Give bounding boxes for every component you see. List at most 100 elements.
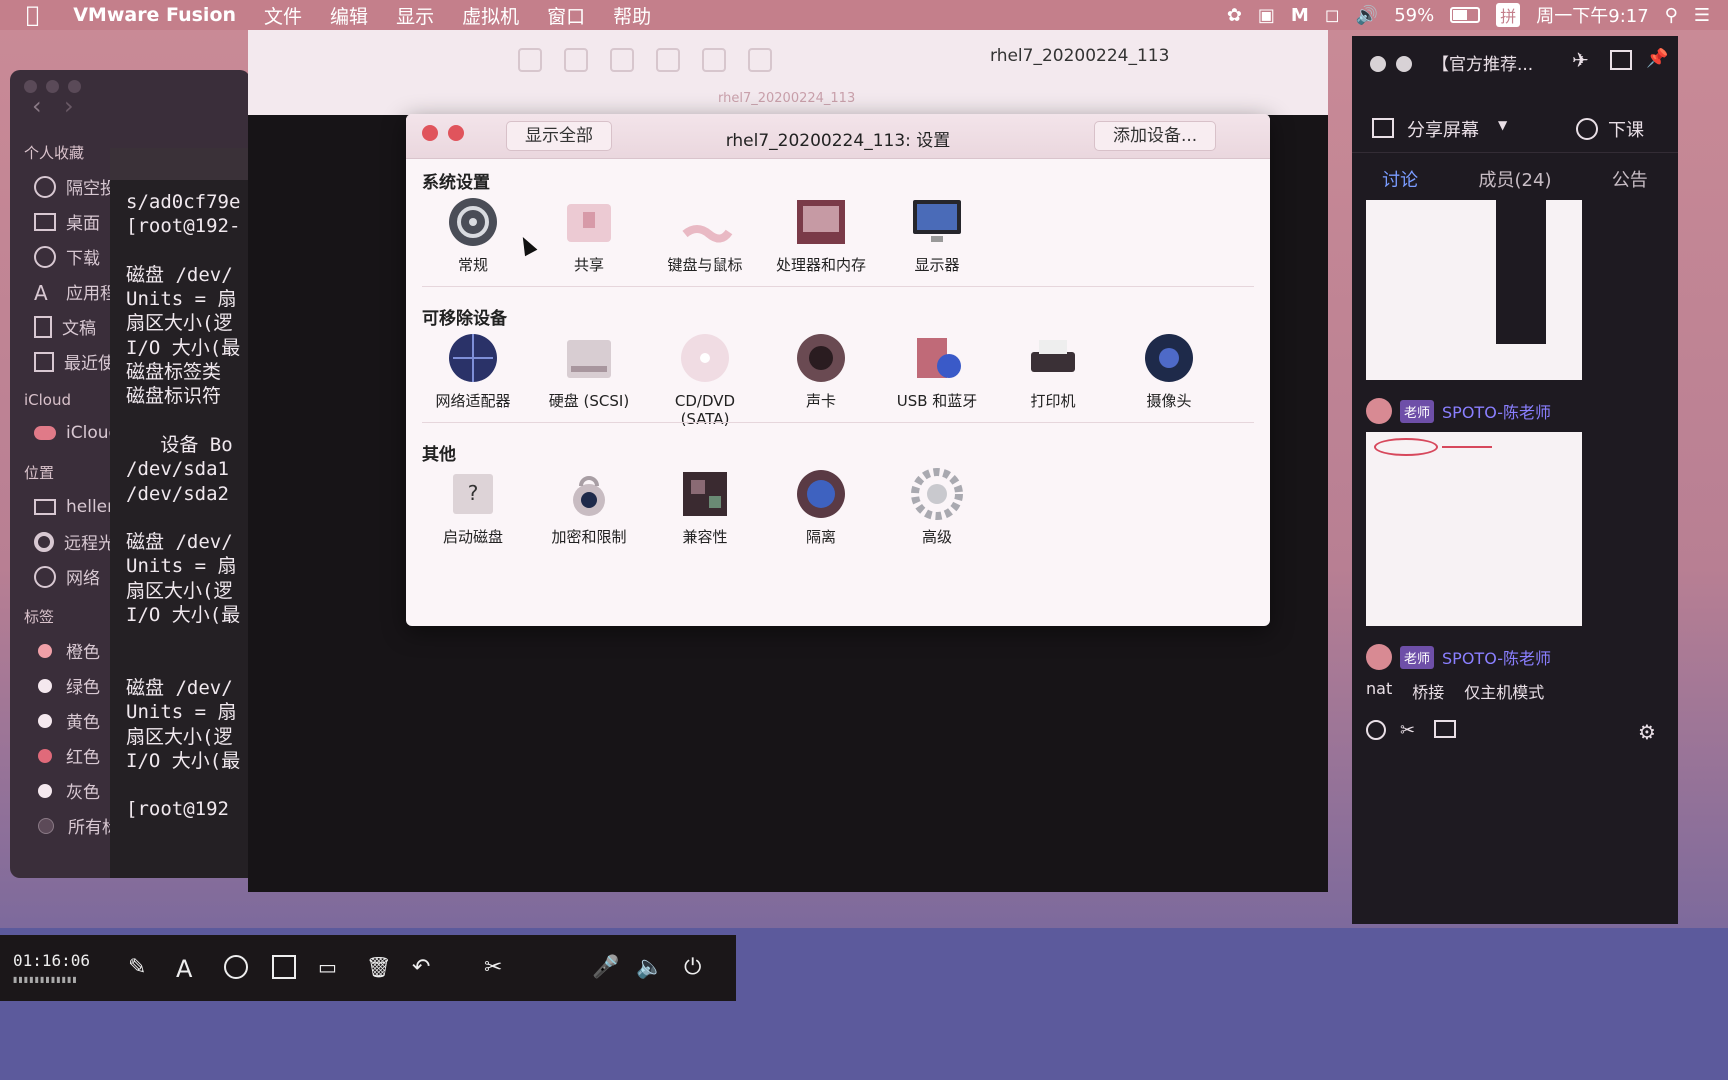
share-screen-button[interactable]: 分享屏幕 — [1407, 116, 1479, 142]
finder-minimize-button[interactable] — [46, 80, 59, 93]
terminal-line: 磁盘标识符 — [126, 385, 222, 408]
pane-advanced[interactable]: 高级 — [882, 466, 992, 546]
sidebar-item-network[interactable]: 网络 — [10, 559, 120, 594]
chat-minimize-button[interactable] — [1396, 56, 1412, 72]
pane-network-adapter[interactable]: 网络适配器 — [418, 330, 528, 410]
sidebar-item-downloads[interactable]: 下载 — [10, 239, 120, 274]
document-icon — [34, 315, 52, 338]
speaker-icon[interactable]: 🔈 — [636, 955, 663, 980]
terminal-window[interactable]: s/ad0cf79e [root@192- 磁盘 /dev/Units = 扇扇区大… — [110, 148, 250, 878]
pane-general[interactable]: 常规 — [418, 194, 528, 274]
sidebar-tag-green[interactable]: 绿色 — [10, 668, 120, 703]
pane-keyboard-mouse[interactable]: 键盘与鼠标 — [650, 194, 760, 274]
pane-cd-dvd[interactable]: CD/DVD (SATA) — [650, 330, 760, 428]
settings-icon[interactable]: ⚙ — [1638, 720, 1658, 744]
back-arrow-icon[interactable]: ‹ — [32, 92, 42, 120]
chat-close-button[interactable] — [1370, 56, 1386, 72]
pane-usb-bluetooth[interactable]: USB 和蓝牙 — [882, 330, 992, 410]
end-class-button[interactable]: 下课 — [1608, 116, 1644, 142]
pane-display[interactable]: 显示器 — [882, 194, 992, 274]
sidebar-item-icloud[interactable]: iCloud — [10, 415, 120, 450]
share-out-icon[interactable] — [1610, 50, 1632, 70]
pane-printer[interactable]: 打印机 — [998, 330, 1108, 410]
text-icon[interactable]: A — [176, 955, 200, 983]
menu-window[interactable]: 窗口 — [547, 2, 585, 29]
pane-encryption[interactable]: 加密和限制 — [534, 466, 644, 546]
sidebar-tag-yellow[interactable]: 黄色 — [10, 703, 120, 738]
pane-compatibility[interactable]: 兼容性 — [650, 466, 760, 546]
wifi-icon[interactable]: ◻ — [1325, 5, 1340, 26]
sidebar-tag-red[interactable]: 红色 — [10, 738, 120, 773]
scissors-icon[interactable]: ✂ — [484, 955, 508, 980]
power-icon[interactable]: ⏻ — [684, 955, 708, 980]
sound-icon[interactable] — [702, 48, 726, 72]
menu-view[interactable]: 显示 — [396, 2, 434, 29]
app-menu[interactable]: VMware Fusion — [73, 4, 236, 26]
forward-arrow-icon[interactable]: › — [64, 92, 74, 120]
menu-vm[interactable]: 虚拟机 — [462, 2, 519, 29]
terminal-output: s/ad0cf79e [root@192- 磁盘 /dev/Units = 扇扇区大… — [110, 180, 250, 822]
menu-edit[interactable]: 编辑 — [330, 2, 368, 29]
sidebar-tag-gray[interactable]: 灰色 — [10, 773, 120, 808]
spotlight-icon[interactable]: ⚲ — [1665, 5, 1678, 26]
chat-image-thumbnail[interactable] — [1366, 432, 1582, 626]
trash-icon[interactable]: 🗑 — [366, 955, 391, 979]
scissors-icon[interactable]: ✂ — [1400, 720, 1420, 741]
shared-folder-icon — [561, 194, 617, 250]
pane-processors-memory[interactable]: 处理器和内存 — [766, 194, 876, 274]
terminal-line: I/O 大小(最 — [126, 336, 241, 359]
clock[interactable]: 周一下午9:17 — [1536, 2, 1648, 28]
image-icon[interactable] — [1434, 720, 1456, 738]
eraser-icon[interactable]: ▭ — [318, 955, 342, 979]
notification-center-icon[interactable]: ☰ — [1694, 5, 1710, 26]
m-app-icon[interactable]: M — [1291, 5, 1309, 26]
sidebar-item-recents[interactable]: 最近使 — [10, 344, 120, 379]
avatar[interactable] — [1366, 644, 1392, 670]
code-icon[interactable] — [564, 48, 588, 72]
chevron-down-icon[interactable]: ▼ — [1498, 118, 1507, 132]
avatar[interactable] — [1366, 398, 1392, 424]
screen-share-icon[interactable]: ▣ — [1258, 5, 1275, 26]
circle-icon[interactable] — [224, 955, 248, 979]
apple-icon[interactable]:  — [26, 3, 39, 28]
add-device-button[interactable]: 添加设备... — [1094, 121, 1217, 151]
sidebar-item-desktop[interactable]: 桌面 — [10, 204, 120, 239]
pane-startup-disk[interactable]: ? 启动磁盘 — [418, 466, 528, 546]
terminal-line: 扇区大小(逻 — [126, 312, 233, 335]
rectangle-icon[interactable] — [272, 955, 296, 979]
battery-icon[interactable] — [1450, 7, 1481, 23]
flower-icon[interactable]: ✿ — [1227, 5, 1242, 26]
emoji-icon[interactable] — [1366, 720, 1386, 740]
undo-icon[interactable]: ↶ — [412, 955, 436, 980]
sidebar-item-applications[interactable]: A 应用程 — [10, 274, 120, 309]
airplane-icon[interactable]: ✈ — [1572, 48, 1589, 72]
microphone-icon[interactable]: 🎤 — [592, 955, 619, 980]
volume-icon[interactable]: 🔊 — [1356, 5, 1378, 26]
menu-help[interactable]: 帮助 — [613, 2, 651, 29]
input-method-icon[interactable]: 拼 — [1496, 3, 1521, 27]
sidebar-tag-all[interactable]: 所有标 — [10, 808, 120, 843]
sidebar-tag-orange[interactable]: 橙色 — [10, 633, 120, 668]
pane-camera[interactable]: 摄像头 — [1114, 330, 1224, 410]
webcam-icon — [1141, 330, 1197, 386]
sidebar-item-documents[interactable]: 文稿 — [10, 309, 120, 344]
menu-file[interactable]: 文件 — [264, 2, 302, 29]
camera-icon[interactable] — [748, 48, 772, 72]
chat-image-thumbnail[interactable] — [1366, 200, 1582, 380]
sidebar-item-computer[interactable]: hellen — [10, 489, 120, 524]
disk-icon[interactable] — [610, 48, 634, 72]
chat-message-header: 老师 SPOTO-陈老师 — [1366, 398, 1551, 424]
sidebar-item-remote-disc[interactable]: 远程光 — [10, 524, 120, 559]
wrench-icon[interactable] — [518, 48, 542, 72]
tab-announcements[interactable]: 公告 — [1612, 166, 1648, 210]
show-all-button[interactable]: 显示全部 — [506, 121, 612, 151]
sidebar-item-airdrop[interactable]: 隔空投 — [10, 169, 120, 204]
section-title-system: 系统设置 — [422, 173, 490, 193]
pane-isolation[interactable]: 隔离 — [766, 466, 876, 546]
pane-sound-card[interactable]: 声卡 — [766, 330, 876, 410]
printer-icon[interactable] — [656, 48, 680, 72]
pane-sharing[interactable]: 共享 — [534, 194, 644, 274]
brush-icon[interactable]: ✎ — [128, 955, 152, 980]
pin-icon[interactable]: 📌 — [1646, 48, 1668, 69]
pane-hard-disk[interactable]: 硬盘 (SCSI) — [534, 330, 644, 410]
